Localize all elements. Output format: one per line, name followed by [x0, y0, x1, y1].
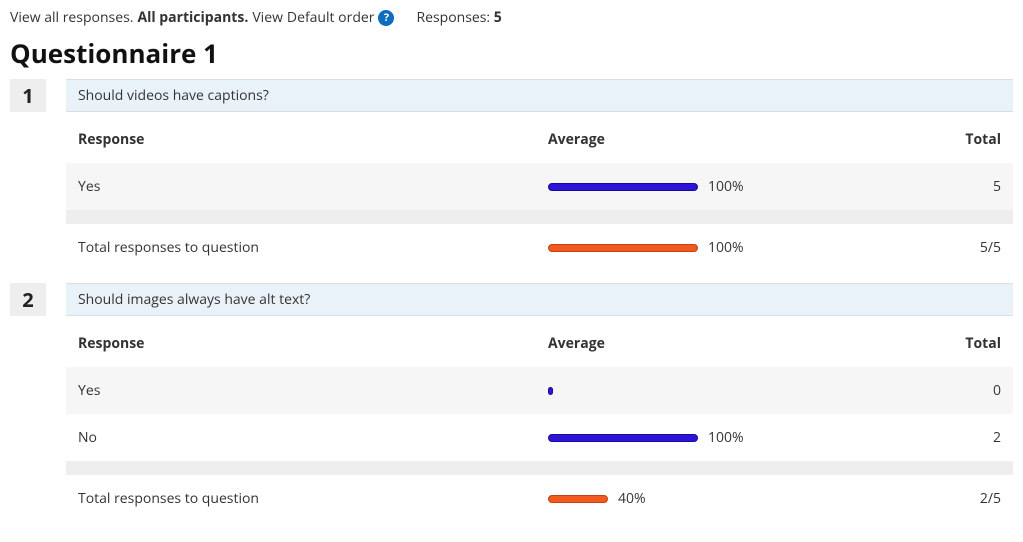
link-default-order[interactable]: Default order [287, 8, 375, 27]
response-label: Total responses to question [78, 489, 548, 508]
percent-label: 100% [708, 177, 744, 196]
response-average: 40% [548, 489, 798, 508]
breadcrumb: View all responses. All participants. Vi… [10, 8, 1013, 27]
percent-label: 100% [708, 428, 744, 447]
percent-label: 40% [618, 489, 646, 508]
questions-container: 1Should videos have captions?ResponseAve… [10, 79, 1013, 522]
page-title: Questionnaire 1 [10, 35, 1013, 71]
help-icon[interactable]: ? [378, 10, 394, 26]
header-total: Total [798, 130, 1001, 149]
question-text: Should images always have alt text? [66, 283, 1013, 316]
responses-meta: Responses: 5 [416, 8, 501, 27]
response-label: No [78, 428, 548, 447]
bar-orange [548, 495, 608, 503]
question-number: 2 [10, 283, 46, 316]
question-header-row: 1 Should videos have captions? [10, 79, 1013, 112]
response-total: 5 [798, 177, 1001, 196]
results-header-row: ResponseAverageTotal [66, 116, 1013, 163]
header-average: Average [548, 334, 798, 353]
bar-orange [548, 244, 698, 252]
response-row: Total responses to question 40% 2/5 [66, 475, 1013, 522]
response-average: 100% [548, 428, 798, 447]
response-row: No 100% 2 [66, 414, 1013, 461]
header-average: Average [548, 130, 798, 149]
responses-label: Responses: [416, 8, 490, 27]
response-row: Total responses to question 100% 5/5 [66, 224, 1013, 271]
question-number: 1 [10, 79, 46, 112]
results-table: ResponseAverageTotal Yes 100% 5 Total respon… [66, 116, 1013, 271]
response-total: 0 [798, 381, 1001, 400]
response-total: 2/5 [798, 489, 1001, 508]
link-view-all-responses[interactable]: View all responses. [10, 8, 133, 27]
bar-blue [548, 387, 553, 395]
response-total: 2 [798, 428, 1001, 447]
bar-blue [548, 183, 698, 191]
response-label: Total responses to question [78, 238, 548, 257]
results-header-row: ResponseAverageTotal [66, 320, 1013, 367]
participants-label: All participants. [137, 8, 248, 27]
bar-blue [548, 434, 698, 442]
percent-label: 100% [708, 238, 744, 257]
response-average [548, 387, 798, 395]
response-average: 100% [548, 177, 798, 196]
question-block: 1 Should videos have captions? ResponseAve… [10, 79, 1013, 271]
header-total: Total [798, 334, 1001, 353]
spacer-row [66, 461, 1013, 475]
response-row: Yes 0 [66, 367, 1013, 414]
spacer-row [66, 210, 1013, 224]
responses-count: 5 [494, 8, 502, 27]
response-row: Yes 100% 5 [66, 163, 1013, 210]
response-average: 100% [548, 238, 798, 257]
header-response: Response [78, 334, 548, 353]
response-label: Yes [78, 177, 548, 196]
question-header-row: 2 Should images always have alt text? [10, 283, 1013, 316]
question-block: 2 Should images always have alt text? Resp… [10, 283, 1013, 522]
header-response: Response [78, 130, 548, 149]
results-table: ResponseAverageTotal Yes 0 No 100% 2 Total res… [66, 320, 1013, 522]
response-label: Yes [78, 381, 548, 400]
order-prefix: View [252, 8, 283, 27]
question-text: Should videos have captions? [66, 79, 1013, 112]
response-total: 5/5 [798, 238, 1001, 257]
